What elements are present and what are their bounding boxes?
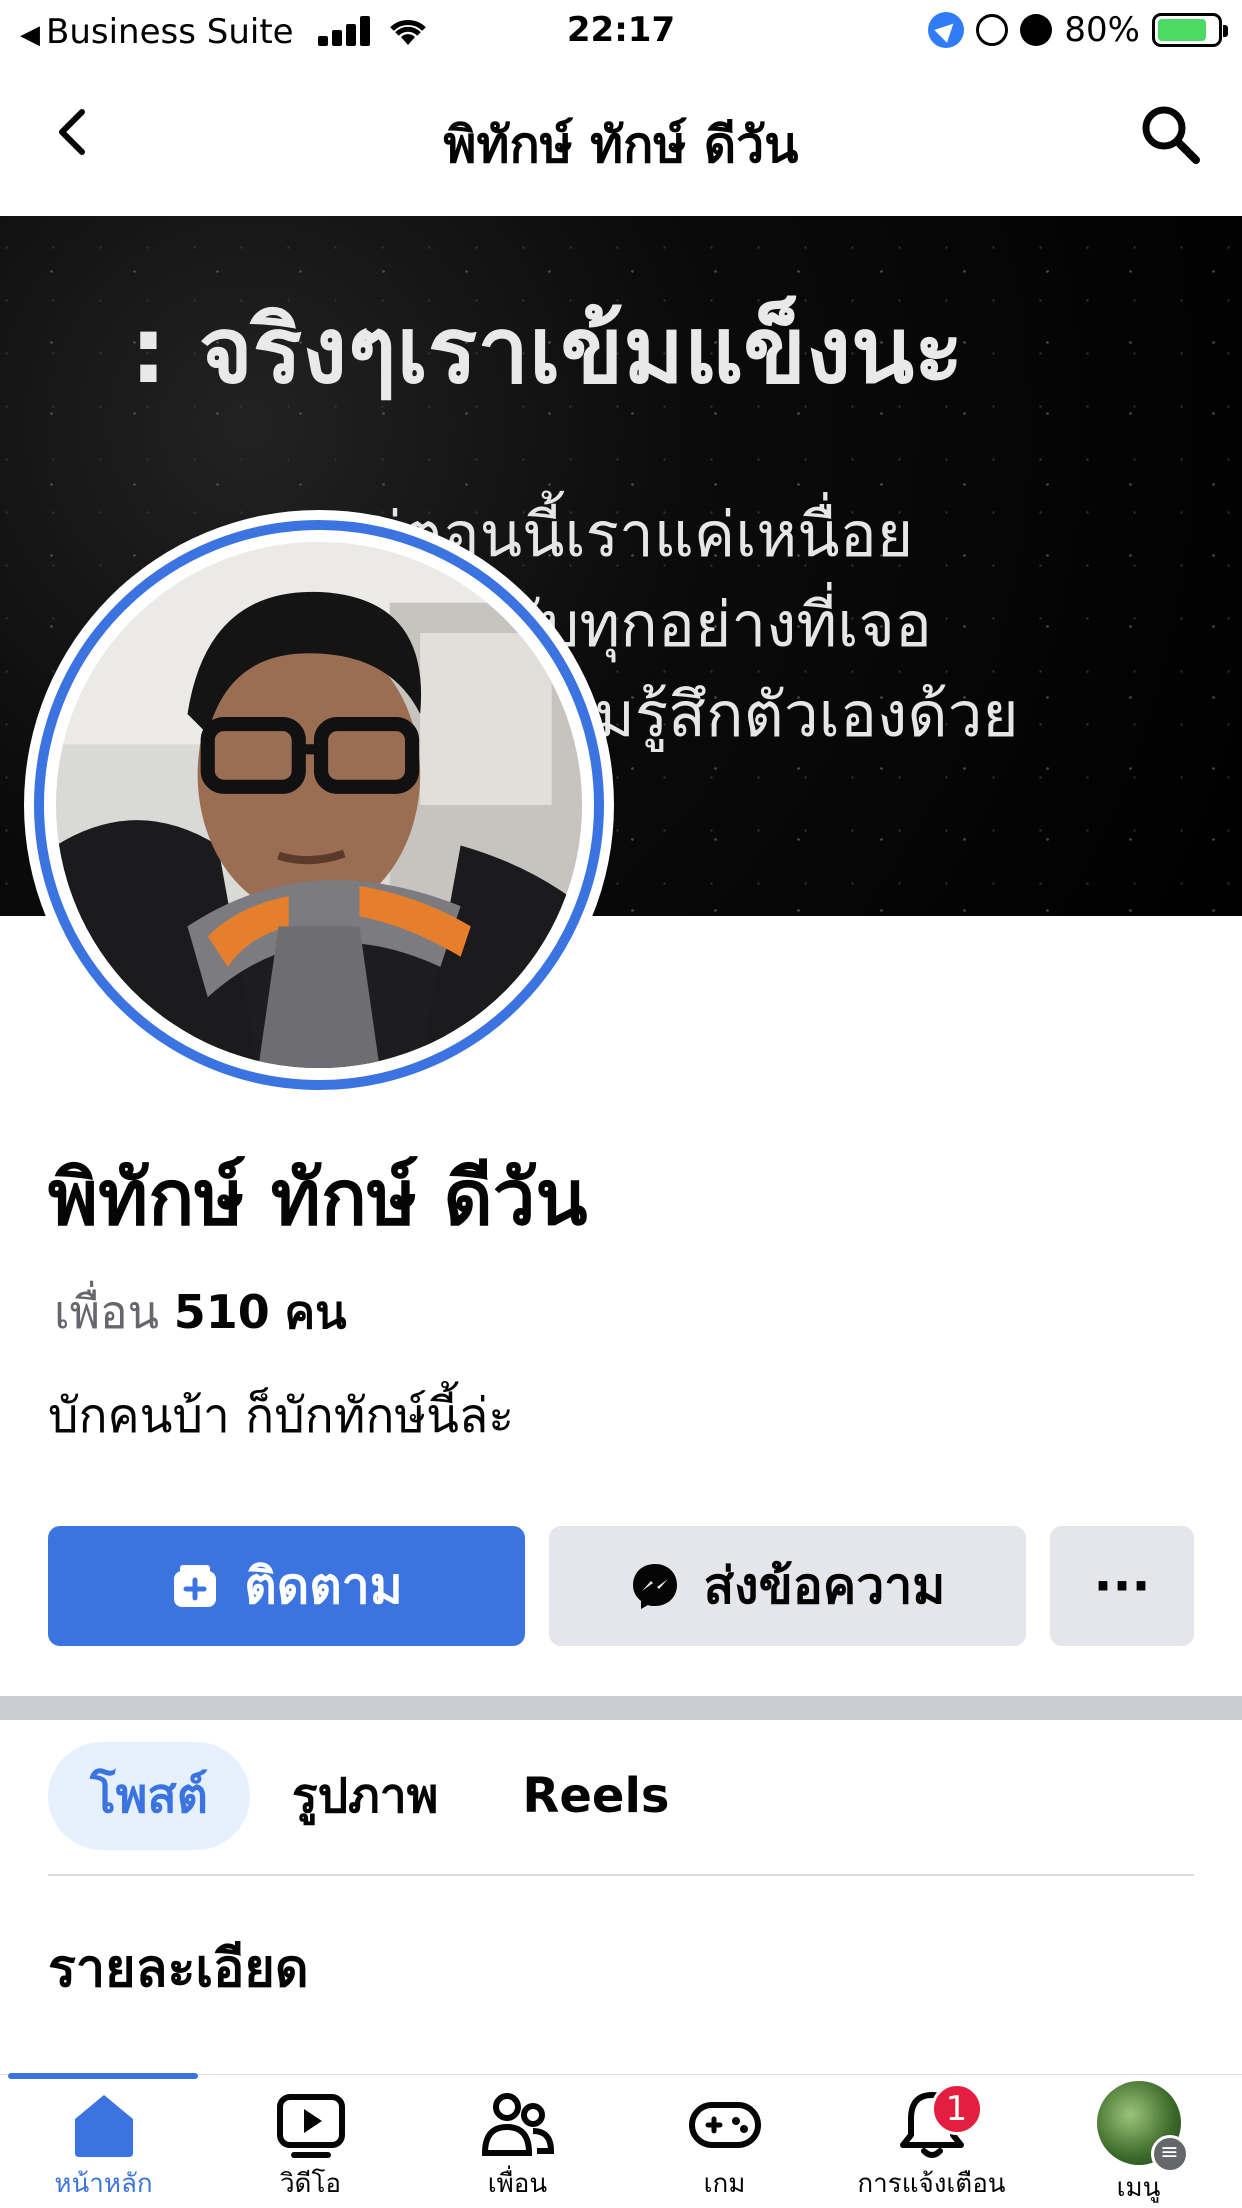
cover-text-line: ับทุกอย่างที่เจอ <box>540 588 933 661</box>
friends-label: เพื่อน <box>54 1285 160 1339</box>
follow-plus-icon <box>174 1565 217 1607</box>
menu-avatar-icon: ≡ <box>1096 2081 1189 2173</box>
details-title: รายละเอียด <box>48 1939 309 1999</box>
profile-avatar[interactable] <box>24 510 614 1100</box>
status-bar: ◀ Business Suite 22:17 80% <box>0 0 1242 62</box>
tabbar-label: หน้าหลัก <box>54 2169 153 2199</box>
page-title: พิทักษ์ ทักษ์ ดีวัน <box>443 116 799 174</box>
video-icon <box>276 2094 345 2158</box>
tabs-divider <box>48 1874 1194 1876</box>
message-label: ส่งข้อความ <box>703 1556 946 1615</box>
profile-photo <box>56 542 582 1068</box>
tab-photos[interactable]: รูปภาพ <box>250 1742 480 1850</box>
more-icon: ··· <box>1093 1557 1151 1615</box>
messenger-icon <box>632 1564 677 1609</box>
friends-number: 510 <box>173 1285 270 1339</box>
tabbar-label: เมนู <box>1116 2173 1161 2203</box>
friends-icon <box>481 2093 554 2156</box>
rotation-lock-icon <box>976 14 1009 46</box>
message-button[interactable]: ส่งข้อความ <box>549 1526 1026 1646</box>
search-icon[interactable] <box>1138 102 1202 166</box>
tabbar-home[interactable]: หน้าหลัก <box>0 2075 207 2208</box>
alarm-icon <box>1020 14 1053 46</box>
tabbar-video[interactable]: วิดีโอ <box>207 2075 414 2208</box>
tabbar-gaming[interactable]: เกม <box>621 2075 828 2208</box>
tab-reels[interactable]: Reels <box>480 1742 711 1850</box>
tabbar-label: การแจ้งเตือน <box>857 2169 1006 2199</box>
battery-percent: 80% <box>1064 10 1140 50</box>
profile-tabs: โพสต์ รูปภาพ Reels <box>48 1742 711 1850</box>
tabbar-notifications[interactable]: 1 การแจ้งเตือน <box>828 2075 1035 2208</box>
profile-name: พิทักษ์ ทักษ์ ดีวัน <box>48 1153 588 1242</box>
section-divider <box>0 1696 1242 1720</box>
friends-unit: คน <box>284 1285 347 1339</box>
home-icon <box>74 2095 133 2157</box>
tabbar-label: วิดีโอ <box>279 2169 342 2199</box>
follow-button[interactable]: ติดตาม <box>48 1526 525 1646</box>
tabbar-friends[interactable]: เพื่อน <box>414 2075 621 2208</box>
location-icon <box>928 12 965 48</box>
friends-count[interactable]: เพื่อน 510 คน <box>54 1276 347 1349</box>
profile-bio: บักคนบ้า ก็บักทักษ์นี้ล่ะ <box>48 1388 515 1444</box>
tabbar-label: เพื่อน <box>487 2169 548 2199</box>
tabbar-menu[interactable]: ≡ เมนู <box>1035 2075 1242 2208</box>
battery-icon <box>1152 13 1228 47</box>
follow-label: ติดตาม <box>244 1556 403 1615</box>
gaming-icon <box>688 2102 761 2148</box>
cover-text-line: : จริงๆเราเข้มแข็งนะ <box>130 297 964 404</box>
tabbar-label: เกม <box>703 2169 746 2199</box>
bottom-tab-bar: หน้าหลัก วิดีโอ เพื่อน เกม 1 การแจ้งเตือ… <box>0 2073 1242 2208</box>
profile-header: พิทักษ์ ทักษ์ ดีวัน <box>0 62 1242 216</box>
cover-text-line: มรู้สึกตัวเองด้วย <box>594 678 1019 751</box>
more-options-button[interactable]: ··· <box>1050 1526 1194 1646</box>
tab-posts[interactable]: โพสต์ <box>48 1742 250 1850</box>
notification-badge: 1 <box>930 2083 983 2135</box>
menu-lines-icon: ≡ <box>1150 2135 1189 2173</box>
